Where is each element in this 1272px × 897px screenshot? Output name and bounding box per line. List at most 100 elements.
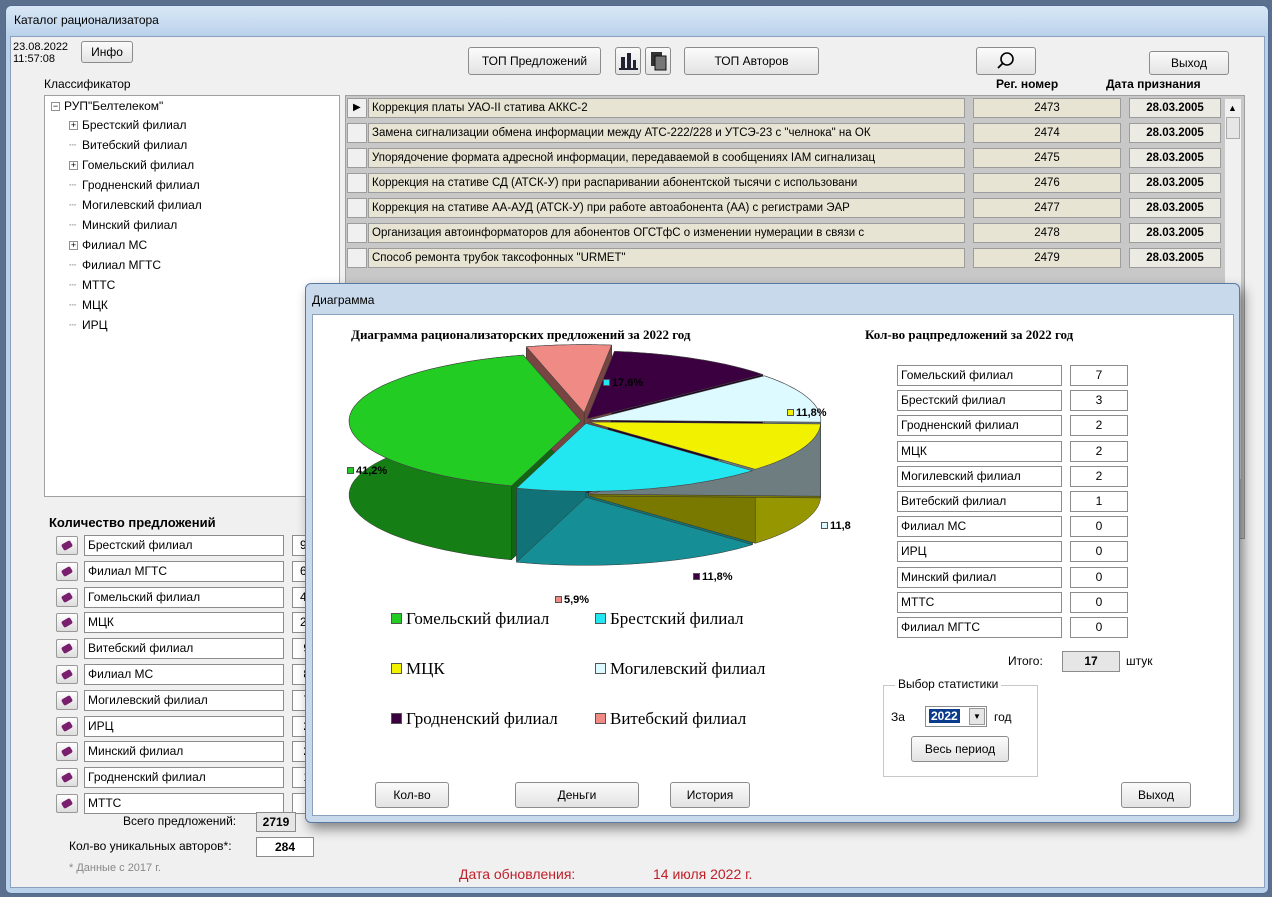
book-icon[interactable]: [56, 613, 78, 633]
history-button[interactable]: История: [670, 782, 750, 808]
proposal-reg-number[interactable]: 2473: [973, 98, 1121, 118]
tree-item[interactable]: + Гомельский филиал: [69, 158, 194, 172]
count-label: Брестский филиал: [84, 535, 284, 556]
row-selector[interactable]: [347, 198, 367, 218]
tree-item[interactable]: ┄ Филиал МГТС: [69, 258, 161, 272]
year-select[interactable]: 2022 ▼: [925, 706, 987, 727]
table-row[interactable]: Коррекция на стативе АА-АУД (АТСК-У) при…: [346, 196, 1246, 220]
proposal-title[interactable]: Замена сигнализации обмена информации ме…: [368, 123, 965, 143]
proposal-title[interactable]: Коррекция на стативе СД (АТСК-У) при рас…: [368, 173, 965, 193]
tree-root[interactable]: − РУП"Белтелеком": [51, 99, 163, 113]
dialog-exit-button[interactable]: Выход: [1121, 782, 1191, 808]
proposal-date[interactable]: 28.03.2005: [1129, 248, 1221, 268]
row-selector[interactable]: [347, 223, 367, 243]
book-icon[interactable]: [56, 690, 78, 710]
tree-item[interactable]: ┄ Гродненский филиал: [69, 178, 200, 192]
title-bar[interactable]: Каталог рационализатора: [6, 6, 1268, 34]
proposal-reg-number[interactable]: 2476: [973, 173, 1121, 193]
proposal-reg-number[interactable]: 2478: [973, 223, 1121, 243]
table-row[interactable]: Упорядочение формата адресной информации…: [346, 146, 1246, 170]
row-pointer-icon[interactable]: ▶: [347, 98, 367, 118]
proposal-title[interactable]: Коррекция на стативе АА-АУД (АТСК-У) при…: [368, 198, 965, 218]
pie-value-swatch: [603, 379, 610, 386]
proposal-title[interactable]: Упорядочение формата адресной информации…: [368, 148, 965, 168]
tree-item[interactable]: ┄ Витебский филиал: [69, 138, 187, 152]
proposal-title[interactable]: Коррекция платы УАО-II статива АККС-2: [368, 98, 965, 118]
table-row[interactable]: Коррекция на стативе СД (АТСК-У) при рас…: [346, 171, 1246, 195]
tree-item[interactable]: ┄ Могилевский филиал: [69, 198, 202, 212]
table-row[interactable]: Способ ремонта трубок таксофонных "URMET…: [346, 246, 1246, 270]
table-row[interactable]: ▶ Коррекция платы УАО-II статива АККС-2 24…: [346, 96, 1246, 120]
book-icon[interactable]: [56, 768, 78, 788]
bar-chart-button[interactable]: [615, 47, 641, 75]
chart-dialog: Диаграмма Диаграмма рационализаторских п…: [305, 283, 1240, 823]
exit-button[interactable]: Выход: [1149, 51, 1229, 75]
proposal-date[interactable]: 28.03.2005: [1129, 223, 1221, 243]
proposal-reg-number[interactable]: 2477: [973, 198, 1121, 218]
proposal-reg-number[interactable]: 2474: [973, 123, 1121, 143]
tree-item[interactable]: ┄ МЦК: [69, 298, 108, 312]
expand-icon[interactable]: +: [69, 241, 78, 250]
all-period-button[interactable]: Весь период: [911, 736, 1009, 762]
book-icon[interactable]: [56, 536, 78, 555]
proposal-date[interactable]: 28.03.2005: [1129, 98, 1221, 118]
pie-value-text: 11,8%: [702, 571, 733, 583]
book-icon[interactable]: [56, 794, 78, 813]
pie-value-swatch: [787, 409, 794, 416]
expand-icon[interactable]: +: [69, 161, 78, 170]
tree-item[interactable]: ┄ Минский филиал: [69, 218, 177, 232]
book-icon[interactable]: [56, 742, 78, 762]
chevron-down-icon[interactable]: ▼: [969, 708, 985, 725]
tree-line: ┄: [69, 218, 77, 232]
book-icon[interactable]: [56, 639, 78, 659]
pie-value-label: 41,2%: [347, 465, 387, 477]
proposal-date[interactable]: 28.03.2005: [1129, 148, 1221, 168]
money-button[interactable]: Деньги: [515, 782, 639, 808]
book-icon[interactable]: [56, 665, 78, 684]
table-title-year: 2022 год: [1025, 327, 1074, 342]
book-icon[interactable]: [56, 716, 78, 736]
legend-swatch: [391, 613, 402, 624]
proposal-reg-number[interactable]: 2479: [973, 248, 1121, 268]
info-button[interactable]: Инфо: [81, 41, 133, 63]
row-selector[interactable]: [347, 248, 367, 268]
proposal-date[interactable]: 28.03.2005: [1129, 198, 1221, 218]
count-label: Филиал МС: [84, 664, 284, 685]
tree-item[interactable]: ┄ ИРЦ: [69, 318, 108, 332]
proposal-date[interactable]: 28.03.2005: [1129, 173, 1221, 193]
year-count-row: Филиал МС 0: [897, 516, 1135, 538]
proposal-date[interactable]: 28.03.2005: [1129, 123, 1221, 143]
collapse-icon[interactable]: −: [51, 102, 60, 111]
book-icon[interactable]: [56, 561, 78, 581]
legend-swatch: [595, 663, 606, 674]
year-count-value: 2: [1070, 415, 1128, 437]
book-icon[interactable]: [56, 587, 78, 607]
row-selector[interactable]: [347, 173, 367, 193]
year-count-row: ИРЦ 0: [897, 541, 1135, 563]
legend-swatch: [391, 713, 402, 724]
search-button[interactable]: [976, 47, 1036, 75]
count-button[interactable]: Кол-во: [375, 782, 449, 808]
tree-item[interactable]: + Филиал МС: [69, 238, 147, 252]
proposal-title[interactable]: Организация автоинформаторов для абонент…: [368, 223, 965, 243]
year-count-label: Филиал МГТС: [897, 617, 1062, 638]
row-selector[interactable]: [347, 123, 367, 143]
top-authors-button[interactable]: ТОП Авторов: [684, 47, 819, 75]
tree-item[interactable]: + Брестский филиал: [69, 118, 187, 132]
tree-item[interactable]: ┄ МТТС: [69, 278, 115, 292]
copy-report-button[interactable]: [645, 47, 671, 75]
table-row[interactable]: Организация автоинформаторов для абонент…: [346, 221, 1246, 245]
legend-label: Гродненский филиал: [406, 709, 558, 728]
table-row[interactable]: Замена сигнализации обмена информации ме…: [346, 121, 1246, 145]
scroll-thumb[interactable]: [1226, 117, 1240, 139]
legend-label: Могилевский филиал: [610, 659, 766, 678]
row-selector[interactable]: [347, 148, 367, 168]
unique-authors-label: Кол-во уникальных авторов*:: [69, 839, 232, 853]
scroll-up-icon[interactable]: ▲: [1228, 103, 1237, 113]
proposal-reg-number[interactable]: 2475: [973, 148, 1121, 168]
expand-icon[interactable]: +: [69, 121, 78, 130]
top-proposals-button[interactable]: ТОП Предложений: [468, 47, 601, 75]
pie-value-swatch: [347, 467, 354, 474]
classifier-tree[interactable]: − РУП"Белтелеком" + Брестский филиал ┄ Витеб…: [44, 95, 340, 497]
proposal-title[interactable]: Способ ремонта трубок таксофонных "URMET…: [368, 248, 965, 268]
